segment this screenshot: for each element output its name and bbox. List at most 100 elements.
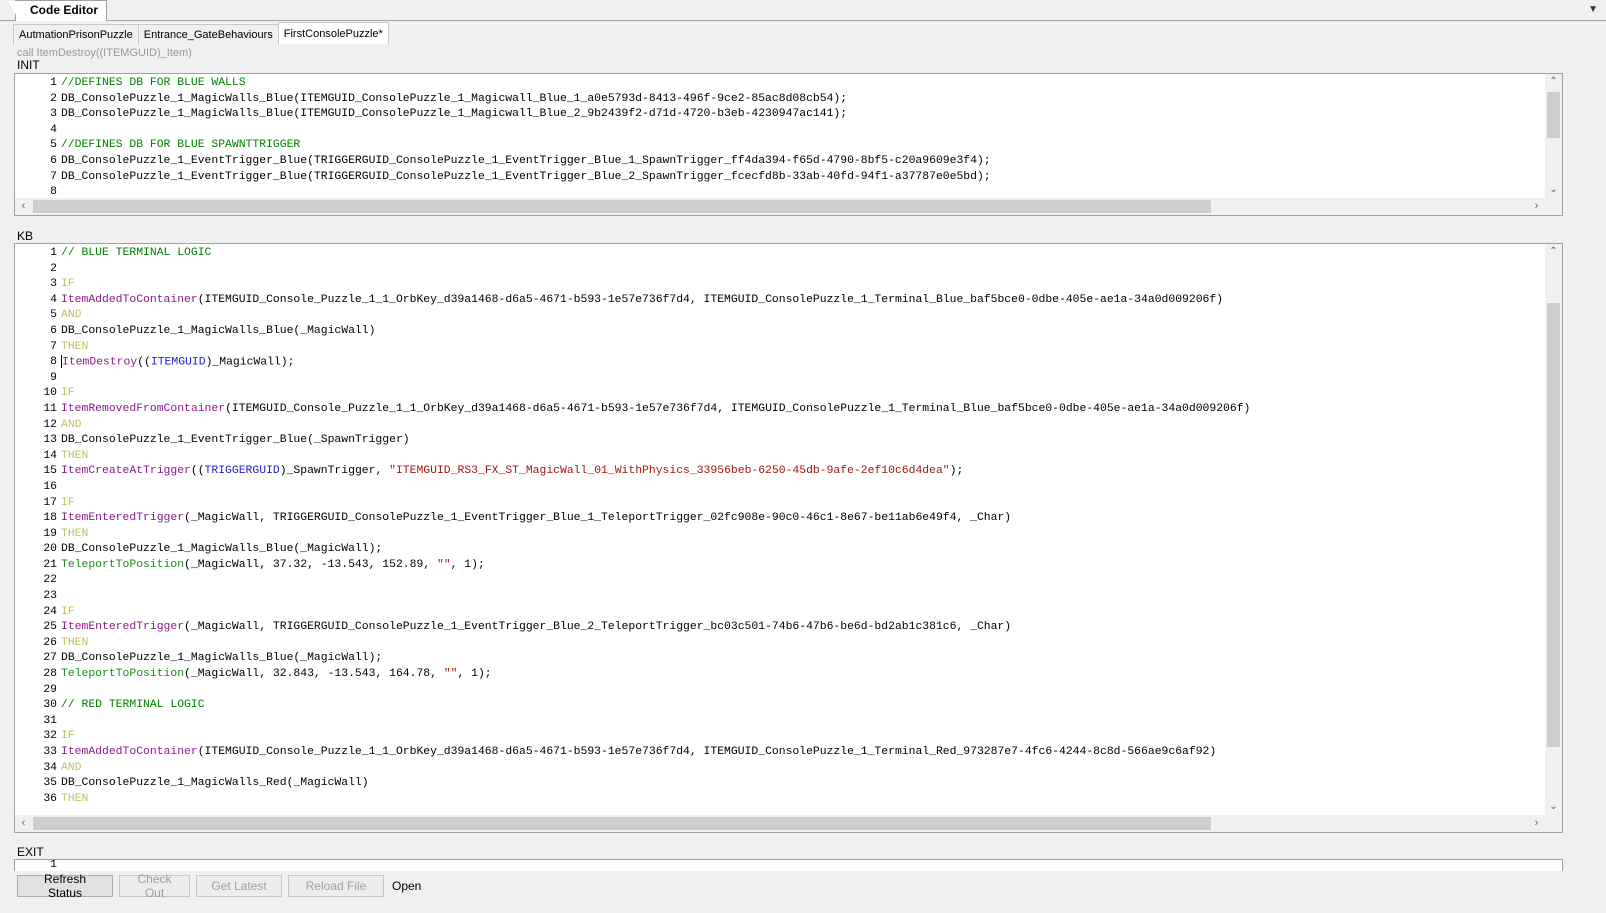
code-token: DB_ConsolePuzzle_1_EventTrigger_Blue(_Sp… — [61, 434, 410, 447]
scroll-thumb[interactable] — [33, 200, 1211, 213]
check-out-button[interactable]: Check Out — [119, 872, 190, 900]
line-text: THEN — [57, 792, 88, 808]
code-line[interactable]: 22 — [15, 573, 1544, 589]
scroll-up-icon[interactable]: ⌃ — [1545, 244, 1562, 260]
scroll-thumb[interactable] — [1547, 303, 1560, 747]
code-line[interactable]: 35 DB_ConsolePuzzle_1_MagicWalls_Red(_Mag… — [15, 776, 1544, 792]
line-text: ItemAddedToContainer(ITEMGUID_Console_Pu… — [57, 745, 1216, 761]
code-line[interactable]: 20 DB_ConsolePuzzle_1_MagicWalls_Blue(_Ma… — [15, 542, 1544, 558]
code-line[interactable]: 19 THEN — [15, 527, 1544, 543]
code-line[interactable]: 33 ItemAddedToContainer(ITEMGUID_Console_… — [15, 745, 1544, 761]
chevron-down-icon[interactable]: ▼ — [1588, 4, 1598, 15]
code-line[interactable]: 4 ItemAddedToContainer(ITEMGUID_Console_P… — [15, 293, 1544, 309]
code-line[interactable]: 36 THEN — [15, 792, 1544, 808]
code-line[interactable]: 7 DB_ConsolePuzzle_1_EventTrigger_Blue(TR… — [15, 170, 1544, 186]
type-token: TRIGGERGUID — [204, 465, 280, 478]
line-number: 2 — [50, 262, 57, 275]
line-text: TeleportToPosition(_MagicWall, 32.843, -… — [57, 667, 492, 683]
code-line[interactable]: 5 AND — [15, 308, 1544, 324]
init-horizontal-scrollbar[interactable]: ‹ › — [15, 198, 1545, 215]
init-vertical-scrollbar[interactable]: ⌃ ⌄ — [1545, 74, 1562, 198]
scroll-right-icon[interactable]: › — [1528, 815, 1545, 832]
line-number: 10 — [43, 387, 57, 400]
code-token: //DEFINES DB FOR BLUE SPAWNTTRIGGER — [61, 139, 301, 152]
code-token: (_MagicWall, TRIGGERGUID_ConsolePuzzle_1… — [184, 621, 1012, 634]
code-line[interactable]: 29 — [15, 683, 1544, 699]
tab-automation-prison-puzzle[interactable]: AutmationPrisonPuzzle — [13, 24, 139, 45]
function-token: ItemAddedToContainer — [61, 746, 198, 758]
line-text: // RED TERMINAL LOGIC — [57, 698, 205, 714]
scroll-right-icon[interactable]: › — [1528, 198, 1545, 215]
code-line[interactable]: 1 — [15, 860, 1544, 871]
line-text — [57, 573, 61, 589]
line-number: 7 — [50, 340, 57, 353]
code-line[interactable]: 11 ItemRemovedFromContainer(ITEMGUID_Cons… — [15, 402, 1544, 418]
init-editor[interactable]: 1 //DEFINES DB FOR BLUE WALLS 2 DB_ConsoleP… — [14, 73, 1563, 216]
code-line[interactable]: 25 ItemEnteredTrigger(_MagicWall, TRIGGER… — [15, 620, 1544, 636]
line-text: ItemRemovedFromContainer(ITEMGUID_Consol… — [57, 402, 1250, 418]
code-line[interactable]: 3 DB_ConsolePuzzle_1_MagicWalls_Blue(ITEM… — [15, 107, 1544, 123]
code-token: (ITEMGUID_Console_Puzzle_1_1_OrbKey_d39a… — [225, 402, 1251, 415]
code-line[interactable]: 14 THEN — [15, 449, 1544, 465]
code-line[interactable]: 4 — [15, 123, 1544, 139]
code-line[interactable]: 2 — [15, 262, 1544, 278]
code-line[interactable]: 13 DB_ConsolePuzzle_1_EventTrigger_Blue(_… — [15, 433, 1544, 449]
line-number: 26 — [43, 636, 57, 649]
kb-code[interactable]: 1// BLUE TERMINAL LOGIC 2 3 IF 4 ItemAddedToC… — [15, 246, 1544, 807]
code-line[interactable]: 6 DB_ConsolePuzzle_1_MagicWalls_Blue(_Mag… — [15, 324, 1544, 340]
kb-editor[interactable]: 1// BLUE TERMINAL LOGIC 2 3 IF 4 ItemAddedToC… — [14, 243, 1563, 833]
code-line[interactable]: 23 — [15, 589, 1544, 605]
code-line[interactable]: 24 IF — [15, 605, 1544, 621]
code-line[interactable]: 21 TeleportToPosition(_MagicWall, 37.32, … — [15, 558, 1544, 574]
exit-code[interactable]: 1 — [15, 860, 1544, 871]
code-line[interactable]: 18 ItemEnteredTrigger(_MagicWall, TRIGGER… — [15, 511, 1544, 527]
code-token: IF — [61, 278, 75, 291]
code-line[interactable]: 32 IF — [15, 729, 1544, 745]
code-token: DB_ConsolePuzzle_1_MagicWalls_Blue(_Magi… — [61, 324, 376, 337]
code-line[interactable]: 1 // BLUE TERMINAL LOGIC — [15, 246, 1544, 262]
code-line[interactable]: 27 DB_ConsolePuzzle_1_MagicWalls_Blue(_Ma… — [15, 651, 1544, 667]
scroll-down-icon[interactable]: ⌄ — [1545, 182, 1562, 198]
code-line[interactable]: 16 — [15, 480, 1544, 496]
line-text — [57, 262, 61, 278]
code-line[interactable]: 30 // RED TERMINAL LOGIC — [15, 698, 1544, 714]
scroll-up-icon[interactable]: ⌃ — [1545, 74, 1562, 90]
code-line[interactable]: 7 THEN — [15, 340, 1544, 356]
init-code[interactable]: 1 //DEFINES DB FOR BLUE WALLS 2 DB_ConsoleP… — [15, 76, 1544, 201]
code-line[interactable]: 12 AND — [15, 418, 1544, 434]
line-number: 2 — [50, 92, 57, 105]
tab-entrance-gate-behaviours[interactable]: Entrance_GateBehaviours — [137, 24, 279, 45]
tab-first-console-puzzle[interactable]: FirstConsolePuzzle* — [277, 22, 389, 44]
code-line[interactable]: 15 ItemCreateAtTrigger((TRIGGERGUID)_Spaw… — [15, 464, 1544, 480]
code-line[interactable]: 5 //DEFINES DB FOR BLUE SPAWNTTRIGGER — [15, 138, 1544, 154]
code-line[interactable]: 6 DB_ConsolePuzzle_1_EventTrigger_Blue(TR… — [15, 154, 1544, 170]
code-line[interactable]: 1 //DEFINES DB FOR BLUE WALLS — [15, 76, 1544, 92]
kb-vertical-scrollbar[interactable]: ⌃ ⌄ — [1545, 244, 1562, 815]
kb-label: KB — [17, 229, 34, 243]
window-title: Code Editor — [8, 0, 107, 22]
line-number: 3 — [50, 108, 57, 121]
code-line[interactable]: 3 IF — [15, 277, 1544, 293]
exit-editor[interactable]: 1 — [14, 859, 1563, 871]
line-number: 32 — [43, 730, 57, 743]
scroll-down-icon[interactable]: ⌄ — [1545, 799, 1562, 815]
scroll-left-icon[interactable]: ‹ — [15, 198, 32, 215]
code-line[interactable]: 8 ItemDestroy((ITEMGUID)_MagicWall); — [15, 355, 1544, 371]
code-line[interactable]: 17 IF — [15, 496, 1544, 512]
code-line[interactable]: 31 — [15, 714, 1544, 730]
code-token: (_MagicWall, 32.843, -13.543, 164.78, — [184, 668, 444, 681]
code-line[interactable]: 28 TeleportToPosition(_MagicWall, 32.843,… — [15, 667, 1544, 683]
scroll-thumb[interactable] — [33, 817, 1211, 830]
code-line[interactable]: 26 THEN — [15, 636, 1544, 652]
code-line[interactable]: 10 IF — [15, 386, 1544, 402]
scroll-thumb[interactable] — [1547, 92, 1560, 138]
refresh-status-button[interactable]: Refresh Status — [17, 872, 113, 900]
scroll-left-icon[interactable]: ‹ — [15, 815, 32, 832]
reload-file-button[interactable]: Reload File — [288, 875, 384, 897]
code-line[interactable]: 34 AND — [15, 761, 1544, 777]
code-line[interactable]: 9 — [15, 371, 1544, 387]
get-latest-button[interactable]: Get Latest — [196, 875, 282, 897]
code-line[interactable]: 2 DB_ConsolePuzzle_1_MagicWalls_Blue(ITEM… — [15, 92, 1544, 108]
line-text: DB_ConsolePuzzle_1_MagicWalls_Red(_Magic… — [57, 776, 369, 792]
kb-horizontal-scrollbar[interactable]: ‹ › — [15, 815, 1545, 832]
